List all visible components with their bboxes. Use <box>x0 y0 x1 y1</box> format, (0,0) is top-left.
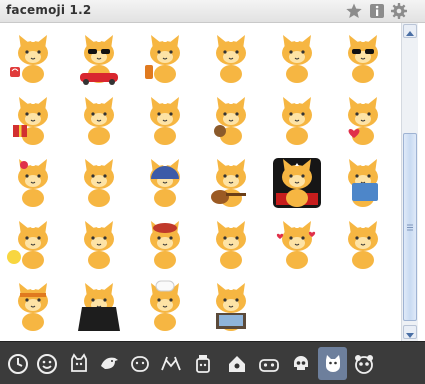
cat-icon <box>325 354 340 372</box>
cat-angel-sticker[interactable] <box>200 215 262 275</box>
cat-shy-sticker[interactable] <box>332 215 394 275</box>
tab-bird[interactable] <box>94 347 123 380</box>
cat-star-wink-sticker[interactable] <box>266 29 328 89</box>
cat-sunglasses-car-sticker[interactable] <box>68 29 130 89</box>
info-icon[interactable] <box>368 2 386 20</box>
clock-icon <box>7 353 28 374</box>
cat-laughing-tears-sticker[interactable] <box>68 153 130 213</box>
scroll-up-button[interactable] <box>403 24 417 38</box>
cat-crying-sticker[interactable] <box>68 215 130 275</box>
cat-reading-book-sticker[interactable] <box>332 153 394 213</box>
sticker-grid <box>0 23 401 341</box>
tab-clock[interactable] <box>3 347 32 380</box>
cat-emoji-face-sticker[interactable] <box>2 215 64 275</box>
cat-hearts-love-sticker[interactable] <box>266 215 328 275</box>
tab-spider[interactable] <box>156 347 185 380</box>
app-title: facemoji 1.2 <box>6 3 92 17</box>
cat-headband-sticker[interactable] <box>2 277 64 337</box>
tab-ghost-face[interactable] <box>125 347 154 380</box>
tab-car-face[interactable] <box>254 347 283 380</box>
car-face-icon <box>258 358 279 372</box>
star-icon[interactable] <box>345 2 363 20</box>
smiley-icon <box>36 353 57 374</box>
ghost-face-icon <box>130 355 149 372</box>
cat-bottle-sticker[interactable] <box>134 29 196 89</box>
cat-football-helmet-sticker[interactable] <box>134 153 196 213</box>
bird-icon <box>100 357 118 369</box>
cat-holding-cookie-sticker[interactable] <box>266 91 328 151</box>
window-edge <box>418 23 425 341</box>
robot-jar-icon <box>195 354 210 373</box>
tab-cat[interactable] <box>318 347 347 380</box>
cat-gift-sticker[interactable] <box>2 91 64 151</box>
category-tab-bar <box>0 341 425 384</box>
cat-dog-crying-sticker[interactable] <box>200 29 262 89</box>
cat-computer-sticker[interactable] <box>200 277 262 337</box>
cat-plain-sticker[interactable] <box>68 91 130 151</box>
tab-monster[interactable] <box>64 347 93 380</box>
cat-flower-ear-sticker[interactable] <box>2 153 64 213</box>
panda-icon <box>354 354 373 374</box>
monster-icon <box>70 352 87 372</box>
cat-theater-sticker[interactable] <box>266 153 328 213</box>
vertical-scrollbar[interactable] <box>401 23 418 341</box>
cat-sunglasses-sticker[interactable] <box>332 29 394 89</box>
house-icon <box>228 355 245 372</box>
cat-red-hat-sticker[interactable] <box>134 215 196 275</box>
cat-heart-mug-sticker[interactable] <box>2 29 64 89</box>
spider-icon <box>160 356 181 370</box>
cat-mustache-cape-sticker[interactable] <box>68 277 130 337</box>
tab-skull[interactable] <box>286 347 315 380</box>
tab-house[interactable] <box>222 347 251 380</box>
cat-chef-sticker[interactable] <box>134 277 196 337</box>
skull-icon <box>293 355 308 370</box>
cat-heart-sticker[interactable] <box>332 91 394 151</box>
scroll-thumb[interactable] <box>403 133 417 321</box>
gear-icon[interactable] <box>390 2 408 20</box>
tab-panda[interactable] <box>349 347 378 380</box>
scroll-down-button[interactable] <box>403 325 417 339</box>
cat-flowers-sticker[interactable] <box>134 91 196 151</box>
title-bar: facemoji 1.2 <box>0 0 425 23</box>
cat-teddy-bear-sticker[interactable] <box>200 91 262 151</box>
cat-guitar-sticker[interactable] <box>200 153 262 213</box>
tab-robot-jar[interactable] <box>188 347 217 380</box>
tab-smiley[interactable] <box>32 347 61 380</box>
